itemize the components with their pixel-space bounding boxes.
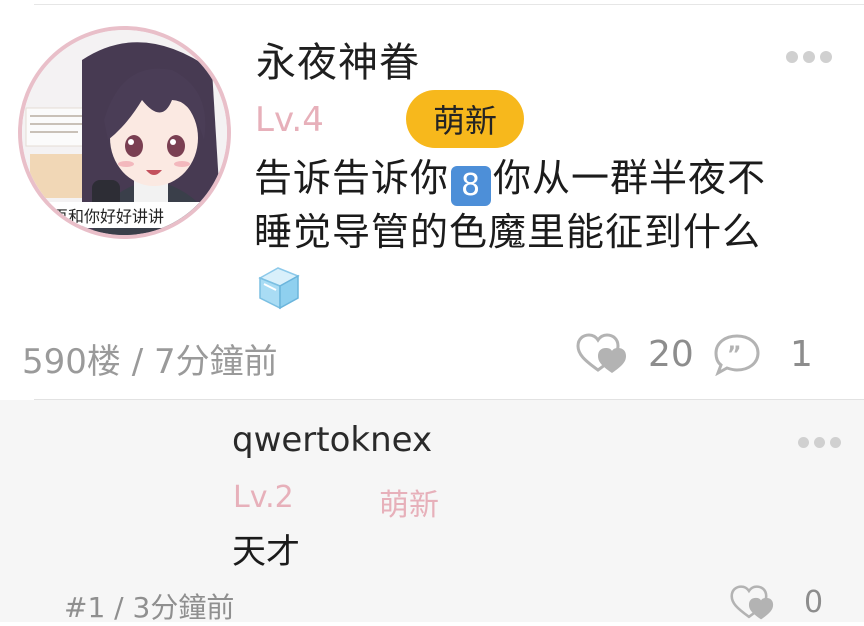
reply-like-count: 0 — [804, 585, 824, 620]
comment-icon[interactable]: ” — [712, 332, 762, 376]
reply-badge: 萌新 — [379, 488, 439, 523]
post-meta: 590楼 / 7分鐘前 — [22, 342, 278, 382]
post-content-line1-prefix: 告诉告诉你 — [254, 156, 450, 200]
post-username[interactable]: 永夜神眷 — [256, 30, 420, 88]
post-content: 告诉告诉你 8 你从一群半夜不 睡觉导管的色魔里能征到什么 — [254, 152, 844, 310]
reply-level: Lv.2 — [233, 480, 294, 515]
avatar-image: 再和你好好讲讲 — [22, 30, 227, 235]
like-icon[interactable] — [576, 332, 634, 376]
keycap-8-emoji: 8 — [451, 166, 492, 206]
post-badge: 萌新 — [406, 90, 524, 148]
ice-cube-emoji — [258, 267, 300, 310]
avatar[interactable]: 再和你好好讲讲 — [18, 26, 231, 239]
post-content-line2: 睡觉导管的色魔里能征到什么 — [254, 210, 762, 254]
svg-text:”: ” — [727, 343, 741, 368]
reply-more-icon[interactable] — [798, 437, 841, 448]
post-level: Lv.4 — [255, 100, 324, 140]
like-count: 20 — [648, 334, 694, 375]
reply-meta: #1 / 3分鐘前 — [64, 591, 235, 624]
reply-content: 天才 — [232, 532, 300, 572]
reply-like-icon[interactable] — [730, 584, 780, 622]
more-icon[interactable] — [786, 51, 832, 63]
comment-count: 1 — [790, 334, 813, 375]
post-content-line1-suffix: 你从一群半夜不 — [493, 156, 767, 200]
avatar-sign-text: 再和你好好讲讲 — [52, 207, 164, 226]
top-divider — [34, 4, 864, 5]
reply-username[interactable]: qwertoknex — [232, 420, 432, 460]
